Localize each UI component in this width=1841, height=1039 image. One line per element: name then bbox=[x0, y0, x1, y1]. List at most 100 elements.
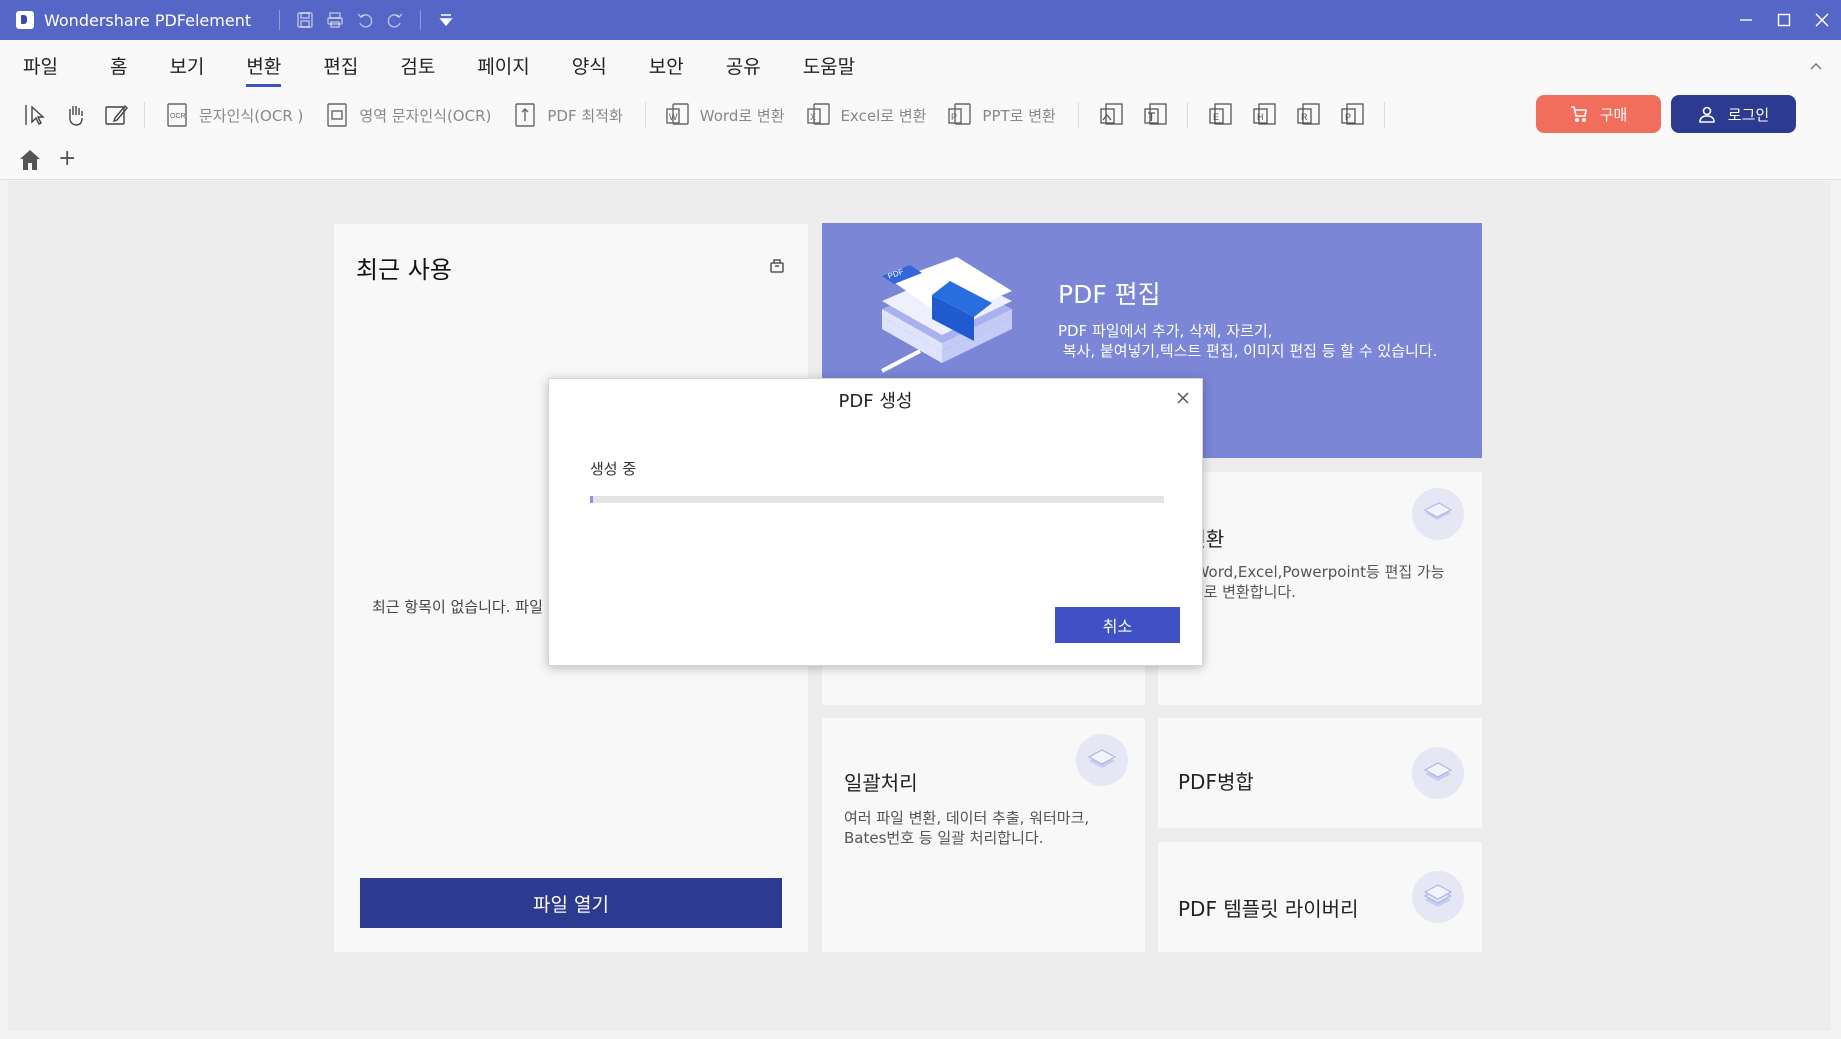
to-html-icon[interactable]: H bbox=[1248, 98, 1282, 132]
ocr-icon: OCR bbox=[161, 99, 193, 131]
separator bbox=[1383, 102, 1385, 128]
pdf-template-title: PDF 템플릿 라이버리 bbox=[1178, 897, 1359, 921]
collapse-ribbon-icon[interactable] bbox=[1809, 58, 1823, 77]
pdf-merge-title: PDF병합 bbox=[1178, 770, 1254, 794]
to-rtf-icon[interactable]: R bbox=[1292, 98, 1326, 132]
menu-edit[interactable]: 편집 bbox=[323, 52, 358, 79]
svg-text:R: R bbox=[1301, 112, 1308, 122]
area-ocr-button[interactable]: 영역 문자인식(OCR) bbox=[321, 99, 491, 131]
progress-fill bbox=[590, 496, 593, 503]
to-excel-label: Excel로 변환 bbox=[840, 106, 927, 125]
svg-text:H: H bbox=[1257, 112, 1264, 122]
dialog-title: PDF 생성 bbox=[838, 391, 913, 412]
dialog-close-icon[interactable] bbox=[1172, 387, 1194, 409]
optimize-pdf-button[interactable]: PDF 최적화 bbox=[509, 99, 623, 131]
batch-description: 여러 파일 변환, 데이터 추출, 워터마크, Bates번호 등 일괄 처리합… bbox=[844, 809, 1090, 847]
pdf-convert-card[interactable]: F변환 를 Word,Excel,Powerpoint등 편집 가능 문서로 변… bbox=[1158, 472, 1482, 705]
clear-recent-icon[interactable] bbox=[768, 256, 786, 278]
excel-icon: X bbox=[803, 99, 835, 131]
svg-text:P: P bbox=[951, 112, 957, 122]
word-icon: W bbox=[662, 99, 694, 131]
template-card-icon bbox=[1412, 871, 1464, 923]
optimize-pdf-label: PDF 최적화 bbox=[547, 106, 623, 125]
menu-file[interactable]: 파일 bbox=[23, 52, 58, 79]
svg-text:E: E bbox=[1213, 112, 1219, 122]
user-icon bbox=[1698, 106, 1715, 123]
separator bbox=[279, 10, 281, 30]
home-tab-icon[interactable] bbox=[18, 148, 42, 176]
to-word-label: Word로 변환 bbox=[699, 106, 785, 125]
to-excel-button[interactable]: X Excel로 변환 bbox=[803, 99, 927, 131]
svg-text:W: W bbox=[669, 112, 678, 122]
menu-convert[interactable]: 변환 bbox=[246, 52, 281, 87]
to-word-button[interactable]: W Word로 변환 bbox=[662, 99, 785, 131]
login-label: 로그인 bbox=[1727, 105, 1770, 124]
document-tab-strip: + bbox=[0, 140, 1841, 180]
title-bar: Wondershare PDFelement bbox=[0, 0, 1841, 40]
edit-tool-icon[interactable] bbox=[100, 99, 132, 131]
add-tab-icon[interactable]: + bbox=[58, 146, 76, 171]
pdf-edit-description: PDF 파일에서 추가, 삭제, 자르기, 복사, 붙여넣기,텍스트 편집, 이… bbox=[1058, 322, 1438, 360]
menu-help[interactable]: 도움말 bbox=[803, 52, 855, 79]
login-button[interactable]: 로그인 bbox=[1671, 95, 1796, 133]
pdf-template-card[interactable]: PDF 템플릿 라이버리 bbox=[1158, 842, 1482, 952]
open-file-button[interactable]: 파일 열기 bbox=[360, 878, 782, 928]
menu-form[interactable]: 양식 bbox=[572, 52, 607, 79]
separator bbox=[144, 102, 145, 128]
undo-icon[interactable] bbox=[350, 6, 380, 34]
ocr-label: 문자인식(OCR ) bbox=[199, 106, 304, 125]
to-ppt-label: PPT로 변환 bbox=[982, 106, 1056, 125]
ppt-icon: P bbox=[944, 99, 976, 131]
create-pdf-dialog: PDF 생성 생성 중 취소 bbox=[548, 378, 1203, 666]
separator bbox=[1077, 102, 1079, 128]
separator bbox=[1186, 102, 1188, 128]
minimize-icon[interactable] bbox=[1727, 0, 1765, 40]
pdf-convert-description: 를 Word,Excel,Powerpoint등 편집 가능 문서로 변환합니다… bbox=[1176, 563, 1445, 601]
to-pages-icon[interactable]: P bbox=[1336, 98, 1370, 132]
svg-text:OCR: OCR bbox=[170, 113, 186, 120]
separator bbox=[420, 10, 422, 30]
menu-security[interactable]: 보안 bbox=[649, 52, 684, 79]
batch-card[interactable]: 일괄처리 여러 파일 변환, 데이터 추출, 워터마크, Bates번호 등 일… bbox=[822, 718, 1145, 952]
cancel-button[interactable]: 취소 bbox=[1055, 607, 1180, 643]
separator bbox=[644, 102, 646, 128]
menu-view[interactable]: 보기 bbox=[169, 52, 204, 79]
app-title: Wondershare PDFelement bbox=[44, 10, 252, 30]
buy-button[interactable]: 구매 bbox=[1536, 95, 1661, 133]
dialog-status-text: 생성 중 bbox=[590, 460, 637, 478]
redo-icon[interactable] bbox=[380, 6, 410, 34]
convert-card-icon bbox=[1412, 488, 1464, 540]
menu-bar: 파일 홈 보기 변환 편집 검토 페이지 양식 보안 공유 도움말 bbox=[0, 40, 1841, 90]
recent-title: 최근 사용 bbox=[356, 256, 452, 284]
area-ocr-icon bbox=[321, 99, 353, 131]
area-ocr-label: 영역 문자인식(OCR) bbox=[359, 106, 492, 125]
to-text-icon[interactable] bbox=[1139, 98, 1173, 132]
customize-dropdown-icon[interactable] bbox=[431, 6, 461, 34]
svg-text:X: X bbox=[810, 112, 816, 122]
app-logo-icon bbox=[16, 11, 34, 29]
to-ppt-button[interactable]: P PPT로 변환 bbox=[944, 99, 1056, 131]
progress-bar bbox=[590, 496, 1164, 503]
menu-review[interactable]: 검토 bbox=[400, 52, 435, 79]
to-epub-icon[interactable]: E bbox=[1204, 98, 1238, 132]
batch-title: 일괄처리 bbox=[844, 771, 918, 795]
batch-card-icon bbox=[1076, 734, 1128, 786]
print-icon[interactable] bbox=[320, 6, 350, 34]
svg-text:P: P bbox=[1345, 112, 1351, 122]
merge-card-icon bbox=[1412, 747, 1464, 799]
pdf-edit-illustration-icon: PDF bbox=[881, 257, 1012, 373]
optimize-pdf-icon bbox=[509, 99, 541, 131]
maximize-icon[interactable] bbox=[1765, 0, 1803, 40]
ocr-button[interactable]: OCR 문자인식(OCR ) bbox=[161, 99, 303, 131]
select-tool-icon[interactable] bbox=[20, 99, 52, 131]
menu-home[interactable]: 홈 bbox=[110, 52, 127, 79]
menu-page[interactable]: 페이지 bbox=[477, 52, 529, 79]
to-image-icon[interactable] bbox=[1095, 98, 1129, 132]
save-icon[interactable] bbox=[290, 6, 320, 34]
close-window-icon[interactable] bbox=[1803, 0, 1841, 40]
buy-label: 구매 bbox=[1599, 105, 1628, 124]
menu-share[interactable]: 공유 bbox=[726, 52, 761, 79]
hand-tool-icon[interactable] bbox=[60, 99, 92, 131]
recent-empty-message: 최근 항목이 없습니다. 파일 bbox=[372, 598, 543, 616]
pdf-merge-card[interactable]: PDF병합 bbox=[1158, 718, 1482, 828]
